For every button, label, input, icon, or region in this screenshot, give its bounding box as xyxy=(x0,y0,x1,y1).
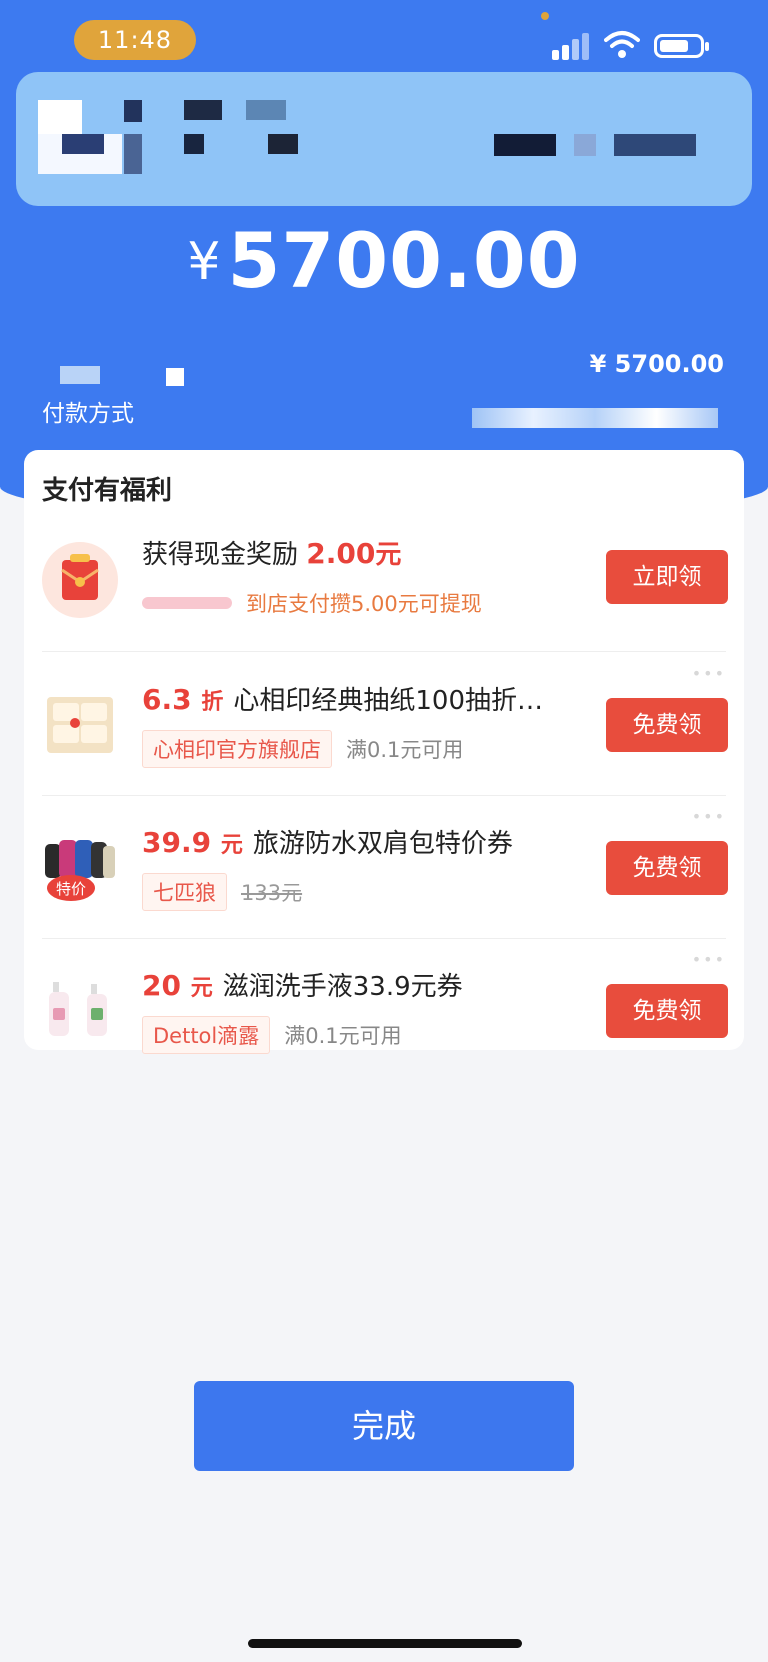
currency-symbol: ¥ xyxy=(187,232,222,292)
free-claim-button[interactable]: 免费领 xyxy=(606,698,728,752)
row-divider xyxy=(42,795,726,796)
cash-reward-progress: 到店支付攒5.00元可提现 xyxy=(142,588,482,618)
masked-payment-method-dot xyxy=(166,368,184,386)
free-claim-button[interactable]: 免费领 xyxy=(606,984,728,1038)
reward-progress-bar xyxy=(142,597,232,609)
backpack-product-image: 特价 xyxy=(40,827,120,907)
more-icon[interactable]: ••• xyxy=(692,807,726,826)
offer-price-unit: 元 xyxy=(190,976,213,1001)
store-tag: Dettol滴露 xyxy=(142,1016,271,1054)
amount-value: 5700.00 xyxy=(227,216,581,305)
offer-price: 6.3 xyxy=(142,683,192,716)
offer-price-unit: 折 xyxy=(201,690,224,715)
signal-icon xyxy=(552,32,592,60)
payment-method-amount: ¥ 5700.00 xyxy=(589,350,724,378)
benefits-title: 支付有福利 xyxy=(42,476,173,506)
masked-payment-method xyxy=(60,366,100,384)
cash-reward-amount: 2.00 xyxy=(306,537,376,570)
wifi-icon xyxy=(604,31,640,58)
special-price-badge: 特价 xyxy=(56,880,86,898)
original-price: 133元 xyxy=(241,881,303,905)
offer-headline: 6.3 折心相印经典抽纸100抽折… xyxy=(142,680,543,717)
cash-reward-text: 获得现金奖励 xyxy=(142,540,299,570)
cash-reward-unit: 元 xyxy=(375,540,402,570)
offer-meta: 七匹狼 133元 xyxy=(142,873,302,911)
more-icon[interactable]: ••• xyxy=(692,664,726,683)
privacy-indicator-dot xyxy=(541,12,549,20)
row-divider xyxy=(42,651,726,652)
offer-price-unit: 元 xyxy=(220,833,243,858)
offer-row: ••• 20 元滋润洗手液33.9元券 Dettol滴露 满0.1元可用 免费领 xyxy=(24,940,744,1054)
offer-headline: 20 元滋润洗手液33.9元券 xyxy=(142,966,463,1003)
cash-reward-note: 到店支付攒5.00元可提现 xyxy=(246,592,482,616)
payment-method-label: 付款方式 xyxy=(42,401,134,427)
row-divider xyxy=(42,938,726,939)
handwash-product-image xyxy=(40,970,120,1050)
cash-reward-headline: 获得现金奖励 2.00元 xyxy=(142,534,401,571)
offer-title: 旅游防水双肩包特价券 xyxy=(252,829,513,859)
offer-title: 滋润洗手液33.9元券 xyxy=(222,972,463,1002)
cash-reward-row: 获得现金奖励 2.00元 到店支付攒5.00元可提现 立即领 xyxy=(24,510,744,652)
offer-meta: Dettol滴露 满0.1元可用 xyxy=(142,1016,402,1054)
battery-icon xyxy=(654,34,709,58)
merchant-info-card xyxy=(16,72,752,206)
offer-price: 20 xyxy=(142,969,181,1002)
red-envelope-icon xyxy=(40,540,120,620)
benefits-card: 支付有福利 获得现金奖励 2.00元 到店支付攒5.00元可提现 立即领 ••• xyxy=(24,450,744,1054)
home-indicator[interactable] xyxy=(248,1639,522,1648)
status-bar: 11:48 xyxy=(0,0,768,72)
offer-row: ••• 特价 39.9 元旅游防水双肩包特价券 七匹狼 133元 免费领 xyxy=(24,797,744,939)
free-claim-button[interactable]: 免费领 xyxy=(606,841,728,895)
done-button[interactable]: 完成 xyxy=(194,1381,574,1471)
claim-reward-button[interactable]: 立即领 xyxy=(606,550,728,604)
more-icon[interactable]: ••• xyxy=(692,950,726,969)
offer-price: 39.9 xyxy=(142,826,212,859)
payment-amount: ¥5700.00 xyxy=(0,216,768,305)
offer-meta: 心相印官方旗舰店 满0.1元可用 xyxy=(142,730,463,768)
offer-condition: 满0.1元可用 xyxy=(346,738,464,762)
tissue-product-image xyxy=(40,684,120,764)
store-tag: 心相印官方旗舰店 xyxy=(142,730,332,768)
offer-condition: 满0.1元可用 xyxy=(284,1024,402,1048)
offer-headline: 39.9 元旅游防水双肩包特价券 xyxy=(142,823,513,860)
offer-row: ••• 6.3 折心相印经典抽纸100抽折… 心相印官方旗舰店 满0.1元可用 … xyxy=(24,654,744,796)
masked-account-info xyxy=(472,408,718,428)
status-time: 11:48 xyxy=(74,20,196,60)
offer-title: 心相印经典抽纸100抽折… xyxy=(233,686,544,716)
store-tag: 七匹狼 xyxy=(142,873,227,911)
